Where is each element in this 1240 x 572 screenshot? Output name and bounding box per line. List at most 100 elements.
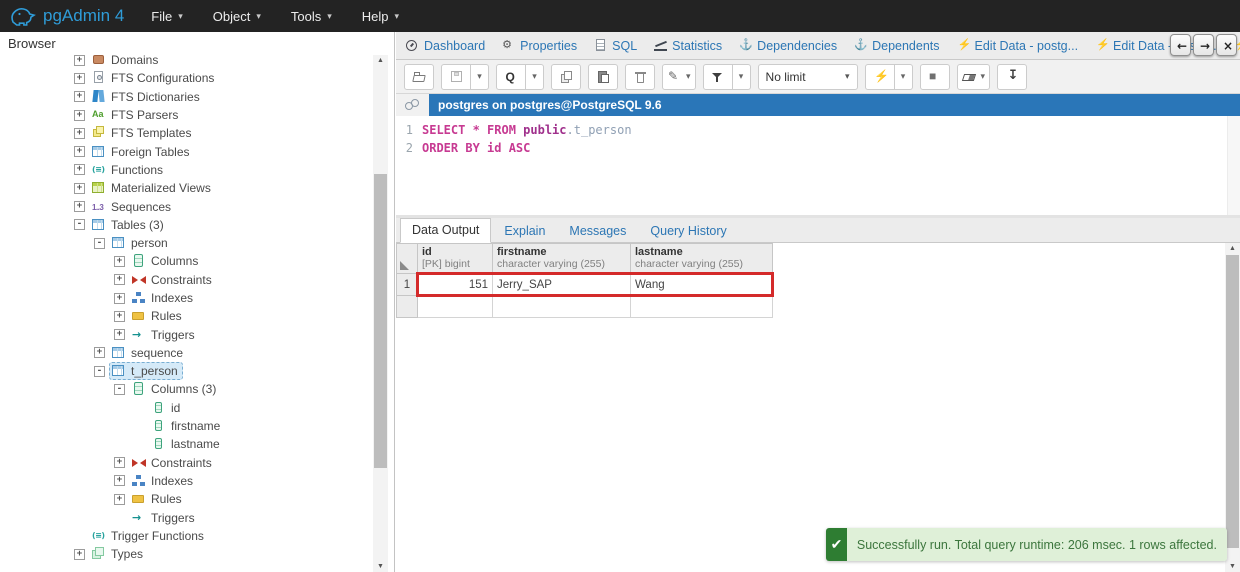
- tree-expander-icon[interactable]: +: [114, 329, 125, 341]
- tree-expander-icon[interactable]: +: [114, 255, 125, 267]
- cell-id[interactable]: 151: [417, 273, 493, 296]
- tree-item-triggers[interactable]: +Triggers: [0, 325, 372, 343]
- stop-button[interactable]: [919, 63, 950, 90]
- output-tab-data-output[interactable]: Data Output: [400, 218, 492, 243]
- scroll-up-icon[interactable]: ▲: [373, 55, 388, 66]
- tree-expander-icon[interactable]: +: [74, 201, 85, 213]
- menu-object[interactable]: Object ▾: [198, 0, 276, 32]
- menu-tools[interactable]: Tools ▾: [276, 0, 347, 32]
- column-header-id[interactable]: id [PK] bigint: [417, 243, 493, 274]
- tab-dashboard[interactable]: Dashboard: [406, 39, 485, 53]
- tree-expander-icon[interactable]: +: [114, 457, 125, 469]
- column-header-lastname[interactable]: lastname character varying (255): [630, 243, 773, 274]
- limit-select[interactable]: No limit ▾: [757, 63, 858, 90]
- tree-expander-icon[interactable]: +: [114, 292, 125, 304]
- output-scrollbar-thumb[interactable]: [1226, 255, 1239, 548]
- tree-item-t-person[interactable]: - t_person: [0, 362, 372, 381]
- result-table[interactable]: id [PK] bigint firstname character varying …: [396, 243, 773, 318]
- tree-expander-icon[interactable]: +: [114, 475, 125, 487]
- tree-expander-icon[interactable]: +: [74, 91, 85, 103]
- tree-item-indexes[interactable]: + Indexes: [0, 289, 372, 307]
- save-button[interactable]: [441, 63, 471, 90]
- filter-options-button[interactable]: ▾: [732, 63, 751, 90]
- tree-expander-icon[interactable]: +: [74, 55, 85, 66]
- editor-scrollbar[interactable]: [1227, 116, 1240, 215]
- tab-dependents[interactable]: Dependents: [854, 39, 939, 53]
- tree-expander-icon[interactable]: +: [74, 164, 85, 176]
- tree-expander-icon[interactable]: +: [114, 310, 125, 322]
- forward-button[interactable]: →: [1193, 34, 1214, 56]
- tab-edit-data-postg[interactable]: Edit Data - postg...: [957, 38, 1079, 53]
- sql-editor[interactable]: 1 SELECT * FROM public.t_person 2 ORDER BY …: [396, 116, 1240, 215]
- scroll-up-icon[interactable]: ▲: [1225, 243, 1240, 254]
- open-file-button[interactable]: [404, 63, 434, 90]
- output-tab-messages[interactable]: Messages: [558, 220, 637, 243]
- tree-item-fts-parsers[interactable]: + FTS Parsers: [0, 106, 372, 124]
- tree-item-tables-3[interactable]: - Tables (3): [0, 216, 372, 234]
- clear-button[interactable]: ▾: [956, 63, 991, 90]
- save-options-button[interactable]: ▾: [471, 63, 489, 90]
- sidebar-scrollbar[interactable]: ▲ ▼: [373, 55, 388, 572]
- tree-item-fts-dictionaries[interactable]: + FTS Dictionaries: [0, 88, 372, 106]
- back-button[interactable]: ←: [1170, 34, 1191, 56]
- tree-expander-icon[interactable]: -: [94, 365, 105, 377]
- select-all-corner[interactable]: [396, 243, 418, 274]
- tree-item-firstname[interactable]: +firstname: [0, 417, 372, 435]
- tree-expander-icon[interactable]: -: [94, 237, 105, 249]
- tab-dependencies[interactable]: Dependencies: [739, 38, 837, 53]
- close-button[interactable]: ×: [1216, 34, 1237, 56]
- tree-expander-icon[interactable]: +: [94, 347, 105, 359]
- tree-expander-icon[interactable]: +: [74, 72, 85, 84]
- tree-item-rules[interactable]: + Rules: [0, 307, 372, 325]
- cell-lastname[interactable]: [630, 295, 773, 318]
- filter-button[interactable]: [702, 63, 733, 90]
- tree-item-id[interactable]: +id: [0, 399, 372, 417]
- execute-button[interactable]: [864, 63, 895, 90]
- tree-expander-icon[interactable]: +: [74, 109, 85, 121]
- tree-expander-icon[interactable]: +: [74, 127, 85, 139]
- row-number[interactable]: [396, 295, 418, 318]
- tree-item-fts-templates[interactable]: + FTS Templates: [0, 124, 372, 142]
- tree-item-trigger-functions[interactable]: +Trigger Functions: [0, 527, 372, 545]
- menu-help[interactable]: Help ▾: [347, 0, 414, 32]
- output-tab-explain[interactable]: Explain: [493, 220, 556, 243]
- tree-expander-icon[interactable]: -: [114, 383, 125, 395]
- tree-expander-icon[interactable]: +: [114, 493, 125, 505]
- tree-item-person[interactable]: - person: [0, 234, 372, 252]
- object-tree[interactable]: + Domains + FTS Configurations + FTS Dictiona…: [0, 55, 372, 572]
- tree-expander-icon[interactable]: +: [74, 146, 85, 158]
- tree-item-columns[interactable]: + Columns: [0, 252, 372, 270]
- copy-button[interactable]: [551, 63, 581, 90]
- scroll-down-icon[interactable]: ▼: [1225, 561, 1240, 572]
- tree-item-fts-configurations[interactable]: + FTS Configurations: [0, 69, 372, 87]
- cell-firstname[interactable]: Jerry_SAP: [492, 273, 631, 296]
- output-tab-query-history[interactable]: Query History: [639, 220, 737, 243]
- output-scrollbar[interactable]: ▲ ▼: [1225, 243, 1240, 572]
- tree-item-triggers[interactable]: +Triggers: [0, 508, 372, 526]
- cell-firstname[interactable]: [492, 295, 631, 318]
- download-button[interactable]: [997, 63, 1028, 90]
- cell-lastname[interactable]: Wang: [630, 273, 773, 296]
- tree-item-constraints[interactable]: + Constraints: [0, 271, 372, 289]
- tree-expander-icon[interactable]: +: [74, 182, 85, 194]
- row-number[interactable]: 1: [396, 273, 418, 296]
- scroll-down-icon[interactable]: ▼: [373, 561, 388, 572]
- tree-item-columns-3[interactable]: - Columns (3): [0, 380, 372, 398]
- delete-button[interactable]: [625, 63, 655, 90]
- menu-file[interactable]: File ▾: [136, 0, 197, 32]
- tree-item-lastname[interactable]: +lastname: [0, 435, 372, 453]
- tree-item-functions[interactable]: + Functions: [0, 161, 372, 179]
- tree-item-types[interactable]: + Types: [0, 545, 372, 563]
- tab-properties[interactable]: Properties: [502, 38, 577, 53]
- tree-expander-icon[interactable]: -: [74, 219, 85, 231]
- edit-button[interactable]: ▾: [662, 63, 696, 90]
- tree-expander-icon[interactable]: +: [114, 274, 125, 286]
- connection-status[interactable]: [396, 94, 429, 116]
- column-header-firstname[interactable]: firstname character varying (255): [492, 243, 631, 274]
- tree-item-foreign-tables[interactable]: + Foreign Tables: [0, 142, 372, 160]
- tree-item-constraints[interactable]: + Constraints: [0, 454, 372, 472]
- tree-expander-icon[interactable]: +: [74, 548, 85, 560]
- tree-item-sequence[interactable]: + sequence: [0, 344, 372, 362]
- execute-options-button[interactable]: ▾: [894, 63, 913, 90]
- sidebar-scrollbar-thumb[interactable]: [374, 174, 387, 468]
